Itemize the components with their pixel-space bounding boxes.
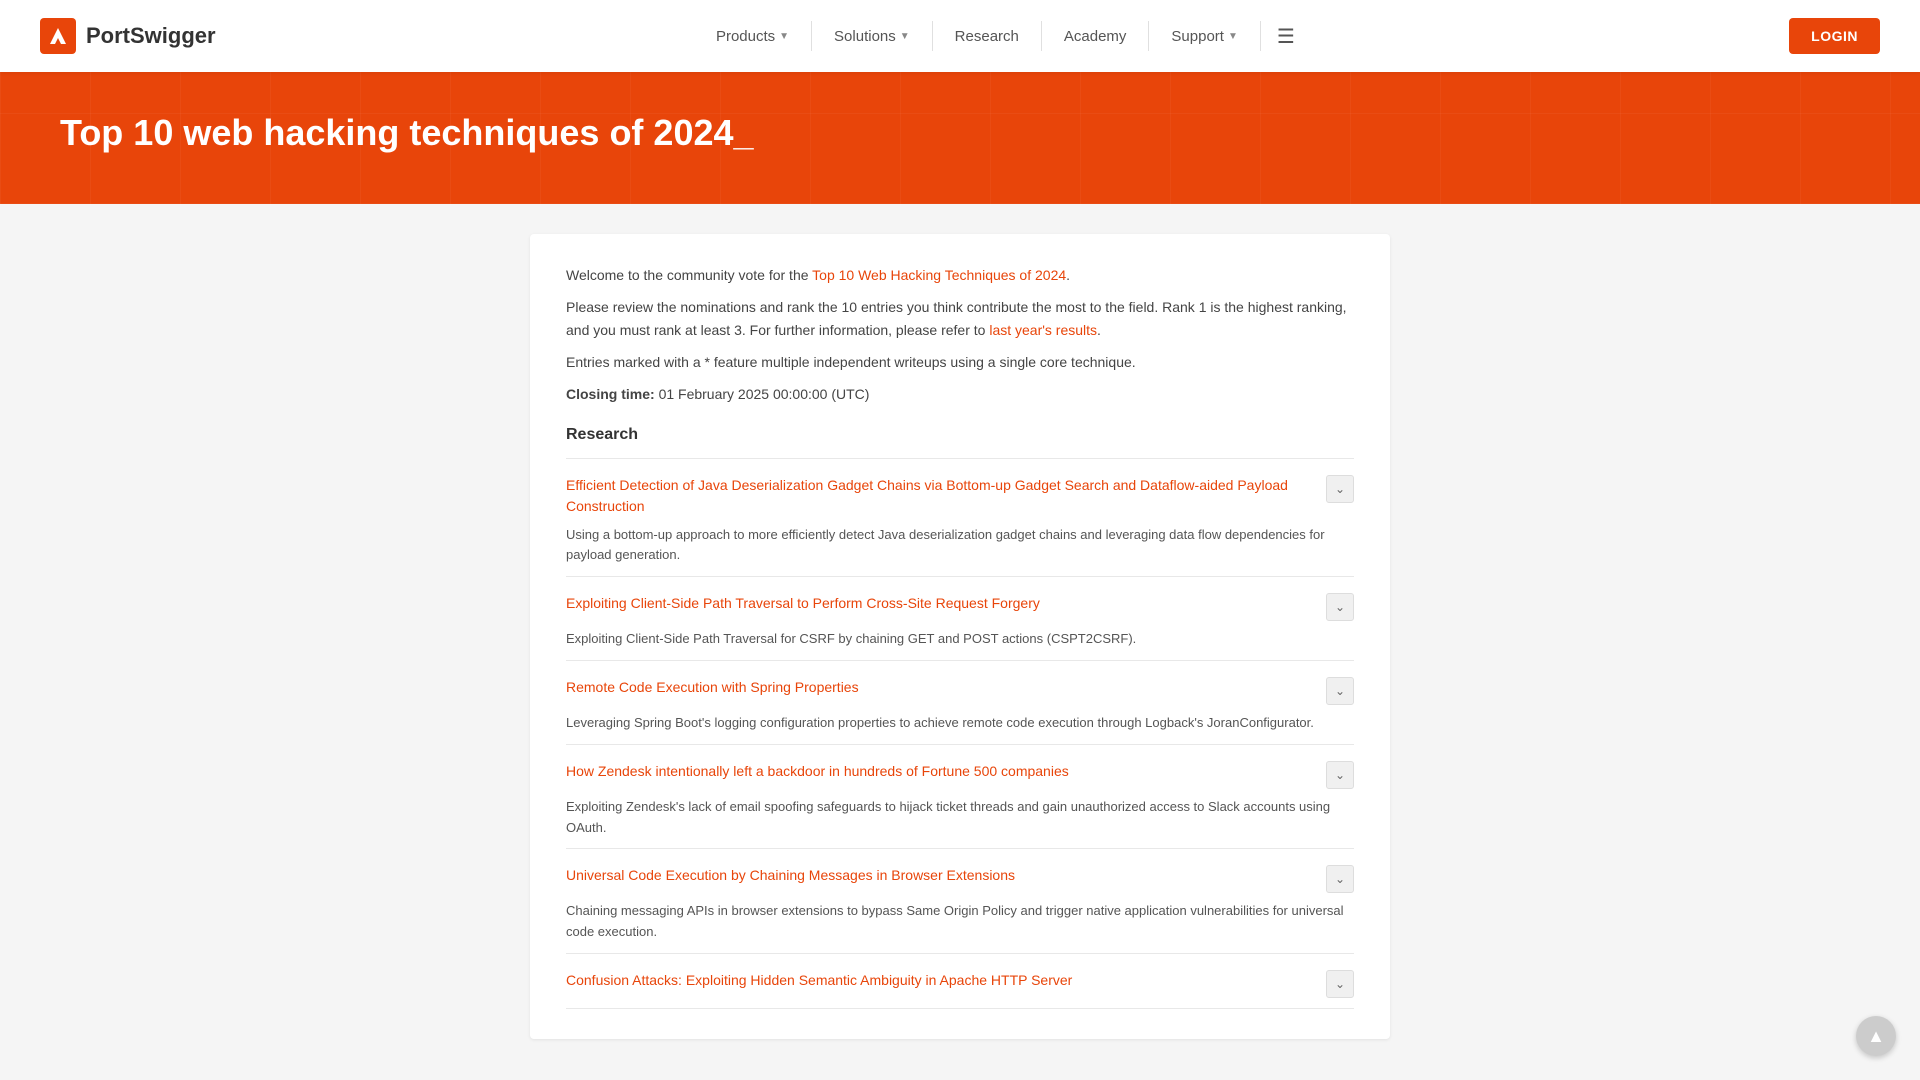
nav-divider-1 (811, 21, 812, 51)
nav-products[interactable]: Products ▼ (698, 0, 807, 72)
nav-solutions[interactable]: Solutions ▼ (816, 0, 928, 72)
entry-toggle-0[interactable]: ⌄ (1326, 475, 1354, 503)
list-item: Remote Code Execution with Spring Proper… (566, 660, 1354, 744)
nav-divider-5 (1260, 21, 1261, 51)
logo-text: PortSwigger (86, 23, 216, 49)
entry-desc-0: Using a bottom-up approach to more effic… (566, 525, 1354, 567)
chevron-down-icon: ▼ (900, 31, 910, 42)
nav-divider-4 (1148, 21, 1149, 51)
nav-research[interactable]: Research (937, 0, 1037, 72)
entry-title-3[interactable]: How Zendesk intentionally left a backdoo… (566, 761, 1314, 782)
nav-support[interactable]: Support ▼ (1153, 0, 1255, 72)
header: PortSwigger Products ▼ Solutions ▼ Resea… (0, 0, 1920, 72)
logo-area: PortSwigger (40, 18, 216, 54)
entry-desc-1: Exploiting Client-Side Path Traversal fo… (566, 629, 1354, 650)
entry-toggle-2[interactable]: ⌄ (1326, 677, 1354, 705)
list-item: Exploiting Client-Side Path Traversal to… (566, 576, 1354, 660)
entry-header-0: Efficient Detection of Java Deserializat… (566, 475, 1354, 517)
entry-toggle-3[interactable]: ⌄ (1326, 761, 1354, 789)
nav-divider-3 (1041, 21, 1042, 51)
list-item: Efficient Detection of Java Deserializat… (566, 458, 1354, 577)
entry-header-4: Universal Code Execution by Chaining Mes… (566, 865, 1354, 893)
entry-title-4[interactable]: Universal Code Execution by Chaining Mes… (566, 865, 1314, 886)
page-title: Top 10 web hacking techniques of 2024 (60, 112, 754, 154)
entry-title-2[interactable]: Remote Code Execution with Spring Proper… (566, 677, 1314, 698)
closing-time: Closing time: 01 February 2025 00:00:00 … (566, 386, 1354, 402)
portswigger-logo-icon (40, 18, 76, 54)
entry-title-5[interactable]: Confusion Attacks: Exploiting Hidden Sem… (566, 970, 1314, 991)
entry-header-5: Confusion Attacks: Exploiting Hidden Sem… (566, 970, 1354, 998)
entries-list: Efficient Detection of Java Deserializat… (566, 458, 1354, 1009)
entry-header-3: How Zendesk intentionally left a backdoo… (566, 761, 1354, 789)
section-research-heading: Research (566, 426, 1354, 444)
hamburger-icon[interactable]: ☰ (1265, 24, 1307, 49)
top10-link[interactable]: Top 10 Web Hacking Techniques of 2024 (812, 267, 1066, 283)
list-item: Universal Code Execution by Chaining Mes… (566, 848, 1354, 953)
list-item: How Zendesk intentionally left a backdoo… (566, 744, 1354, 849)
entry-title-1[interactable]: Exploiting Client-Side Path Traversal to… (566, 593, 1314, 614)
entry-toggle-4[interactable]: ⌄ (1326, 865, 1354, 893)
entry-title-0[interactable]: Efficient Detection of Java Deserializat… (566, 475, 1314, 517)
scroll-to-top-button[interactable]: ▲ (1856, 1016, 1896, 1056)
entry-header-1: Exploiting Client-Side Path Traversal to… (566, 593, 1354, 621)
entry-header-2: Remote Code Execution with Spring Proper… (566, 677, 1354, 705)
main-nav: Products ▼ Solutions ▼ Research Academy … (698, 0, 1307, 72)
entry-toggle-5[interactable]: ⌄ (1326, 970, 1354, 998)
chevron-down-icon: ▼ (1228, 31, 1238, 42)
entry-desc-2: Leveraging Spring Boot's logging configu… (566, 713, 1354, 734)
list-item: Confusion Attacks: Exploiting Hidden Sem… (566, 953, 1354, 1009)
chevron-down-icon: ▼ (779, 31, 789, 42)
content-card: Welcome to the community vote for the To… (530, 234, 1390, 1039)
nav-divider-2 (932, 21, 933, 51)
entry-toggle-1[interactable]: ⌄ (1326, 593, 1354, 621)
intro-paragraph-1: Welcome to the community vote for the To… (566, 264, 1354, 286)
last-year-link[interactable]: last year's results (989, 322, 1097, 338)
hero-banner: Top 10 web hacking techniques of 2024 (0, 72, 1920, 204)
entry-desc-4: Chaining messaging APIs in browser exten… (566, 901, 1354, 943)
entry-desc-3: Exploiting Zendesk's lack of email spoof… (566, 797, 1354, 839)
main-content: Welcome to the community vote for the To… (510, 234, 1410, 1039)
nav-academy[interactable]: Academy (1046, 0, 1145, 72)
entries-note: Entries marked with a * feature multiple… (566, 351, 1354, 373)
login-button[interactable]: LOGIN (1789, 18, 1880, 54)
intro-paragraph-2: Please review the nominations and rank t… (566, 296, 1354, 341)
